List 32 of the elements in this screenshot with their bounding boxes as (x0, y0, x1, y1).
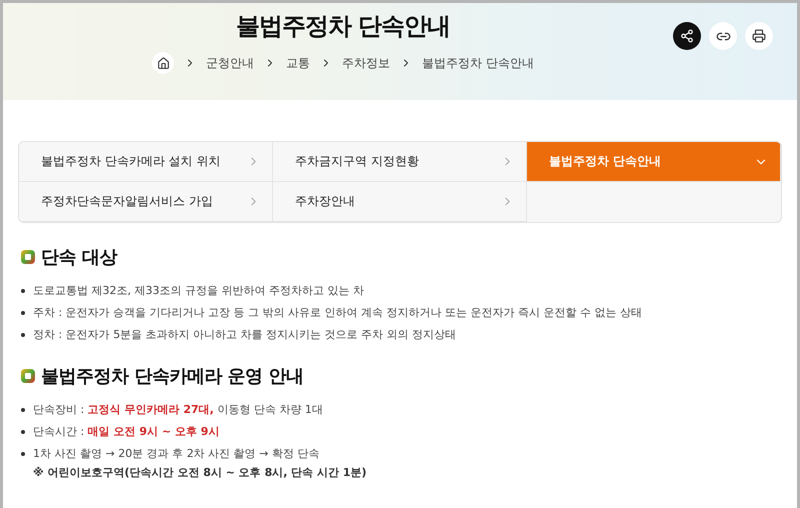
square-icon (21, 369, 35, 383)
home-icon[interactable] (152, 52, 174, 74)
list-text: 정차 : 운전자가 5분을 초과하지 아니하고 차를 정지시키는 것으로 주차 외의 정지상태 (33, 328, 456, 341)
list-text: 단속장비 : 고정식 무인카메라 27대, 이동형 단속 차량 1대 (33, 403, 323, 416)
share-button[interactable] (673, 22, 701, 50)
list-text: 도로교통법 제32조, 제33조의 규정을 위반하여 주정차하고 있는 차 (33, 284, 364, 297)
section-heading: 단속 대상 (41, 246, 117, 269)
bullet-icon (21, 430, 25, 434)
note-text: ※ 어린이보호구역(단속시간 오전 8시 ~ 오후 8시, 단속 시간 1분) (33, 465, 367, 480)
bullet-icon (21, 408, 25, 412)
bullet-icon (21, 452, 25, 456)
tab[interactable]: 주차장안내 (273, 182, 527, 222)
tab[interactable]: 주차금지구역 지정현황 (273, 142, 527, 182)
tab[interactable]: 주정차단속문자알림서비스 가입 (19, 182, 273, 222)
list-text: 주차 : 운전자가 승객을 기다리거나 고장 등 그 밖의 사유로 인하여 계속 정지하거나 또는 운전자가 즉시 운전할 수 없는 상태 (33, 306, 642, 319)
list-text: 단속시간 : 매일 오전 9시 ~ 오후 9시 (33, 425, 220, 438)
link-button[interactable] (709, 22, 737, 50)
printer-icon (752, 29, 766, 43)
breadcrumb-link[interactable]: 군청안내 (206, 54, 254, 72)
breadcrumb-link[interactable]: 교통 (286, 54, 310, 72)
breadcrumb-link[interactable]: 주차정보 (342, 54, 390, 72)
print-button[interactable] (745, 22, 773, 50)
bullet-icon (21, 289, 25, 293)
bullet-icon (21, 311, 25, 315)
breadcrumb-link[interactable]: 불법주정차 단속안내 (422, 54, 534, 72)
square-icon (21, 250, 35, 264)
tab[interactable]: 불법주정차 단속카메라 설치 위치 (19, 142, 273, 182)
list-text: 1차 사진 촬영 → 20분 경과 후 2차 사진 촬영 → 확정 단속 (33, 447, 320, 460)
bullet-icon (21, 333, 25, 337)
section-heading: 불법주정차 단속카메라 운영 안내 (41, 365, 304, 388)
page-title: 불법주정차 단속안내 (236, 11, 450, 42)
share-icon (680, 29, 694, 43)
